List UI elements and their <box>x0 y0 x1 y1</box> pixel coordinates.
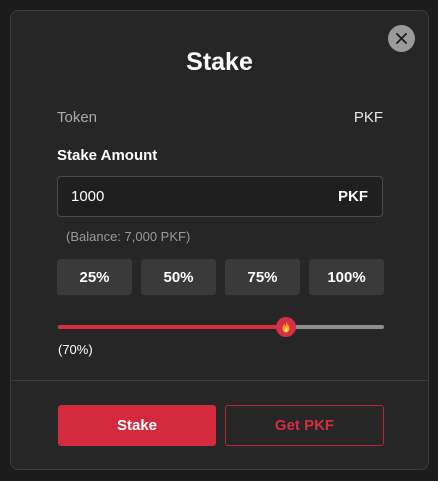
stake-amount-field[interactable]: PKF <box>57 176 383 217</box>
divider <box>11 380 428 381</box>
balance-text: (Balance: 7,000 PKF) <box>66 229 191 244</box>
stake-amount-input[interactable] <box>71 188 271 205</box>
slider-fill <box>58 325 287 329</box>
stake-amount-label: Stake Amount <box>57 147 158 164</box>
stake-slider[interactable] <box>58 317 384 337</box>
token-label: Token <box>57 109 98 126</box>
percent-25-button[interactable]: 25% <box>57 259 132 295</box>
token-row: Token PKF <box>57 109 383 126</box>
token-value: PKF <box>353 109 383 126</box>
modal-title: Stake <box>186 48 253 76</box>
stake-amount-unit: PKF <box>338 188 368 205</box>
percent-50-button[interactable]: 50% <box>141 259 216 295</box>
percent-100-button[interactable]: 100% <box>309 259 384 295</box>
slider-percent-label: (70%) <box>58 342 93 357</box>
get-pkf-button[interactable]: Get PKF <box>225 405 384 446</box>
fire-icon <box>282 321 290 333</box>
percent-75-button[interactable]: 75% <box>225 259 300 295</box>
stake-modal: Stake Token PKF Stake Amount PKF (Balanc… <box>10 10 429 470</box>
slider-thumb[interactable] <box>276 317 297 337</box>
stake-button[interactable]: Stake <box>58 405 216 446</box>
percent-buttons: 25% 50% 75% 100% <box>57 259 384 295</box>
close-icon <box>396 33 407 44</box>
